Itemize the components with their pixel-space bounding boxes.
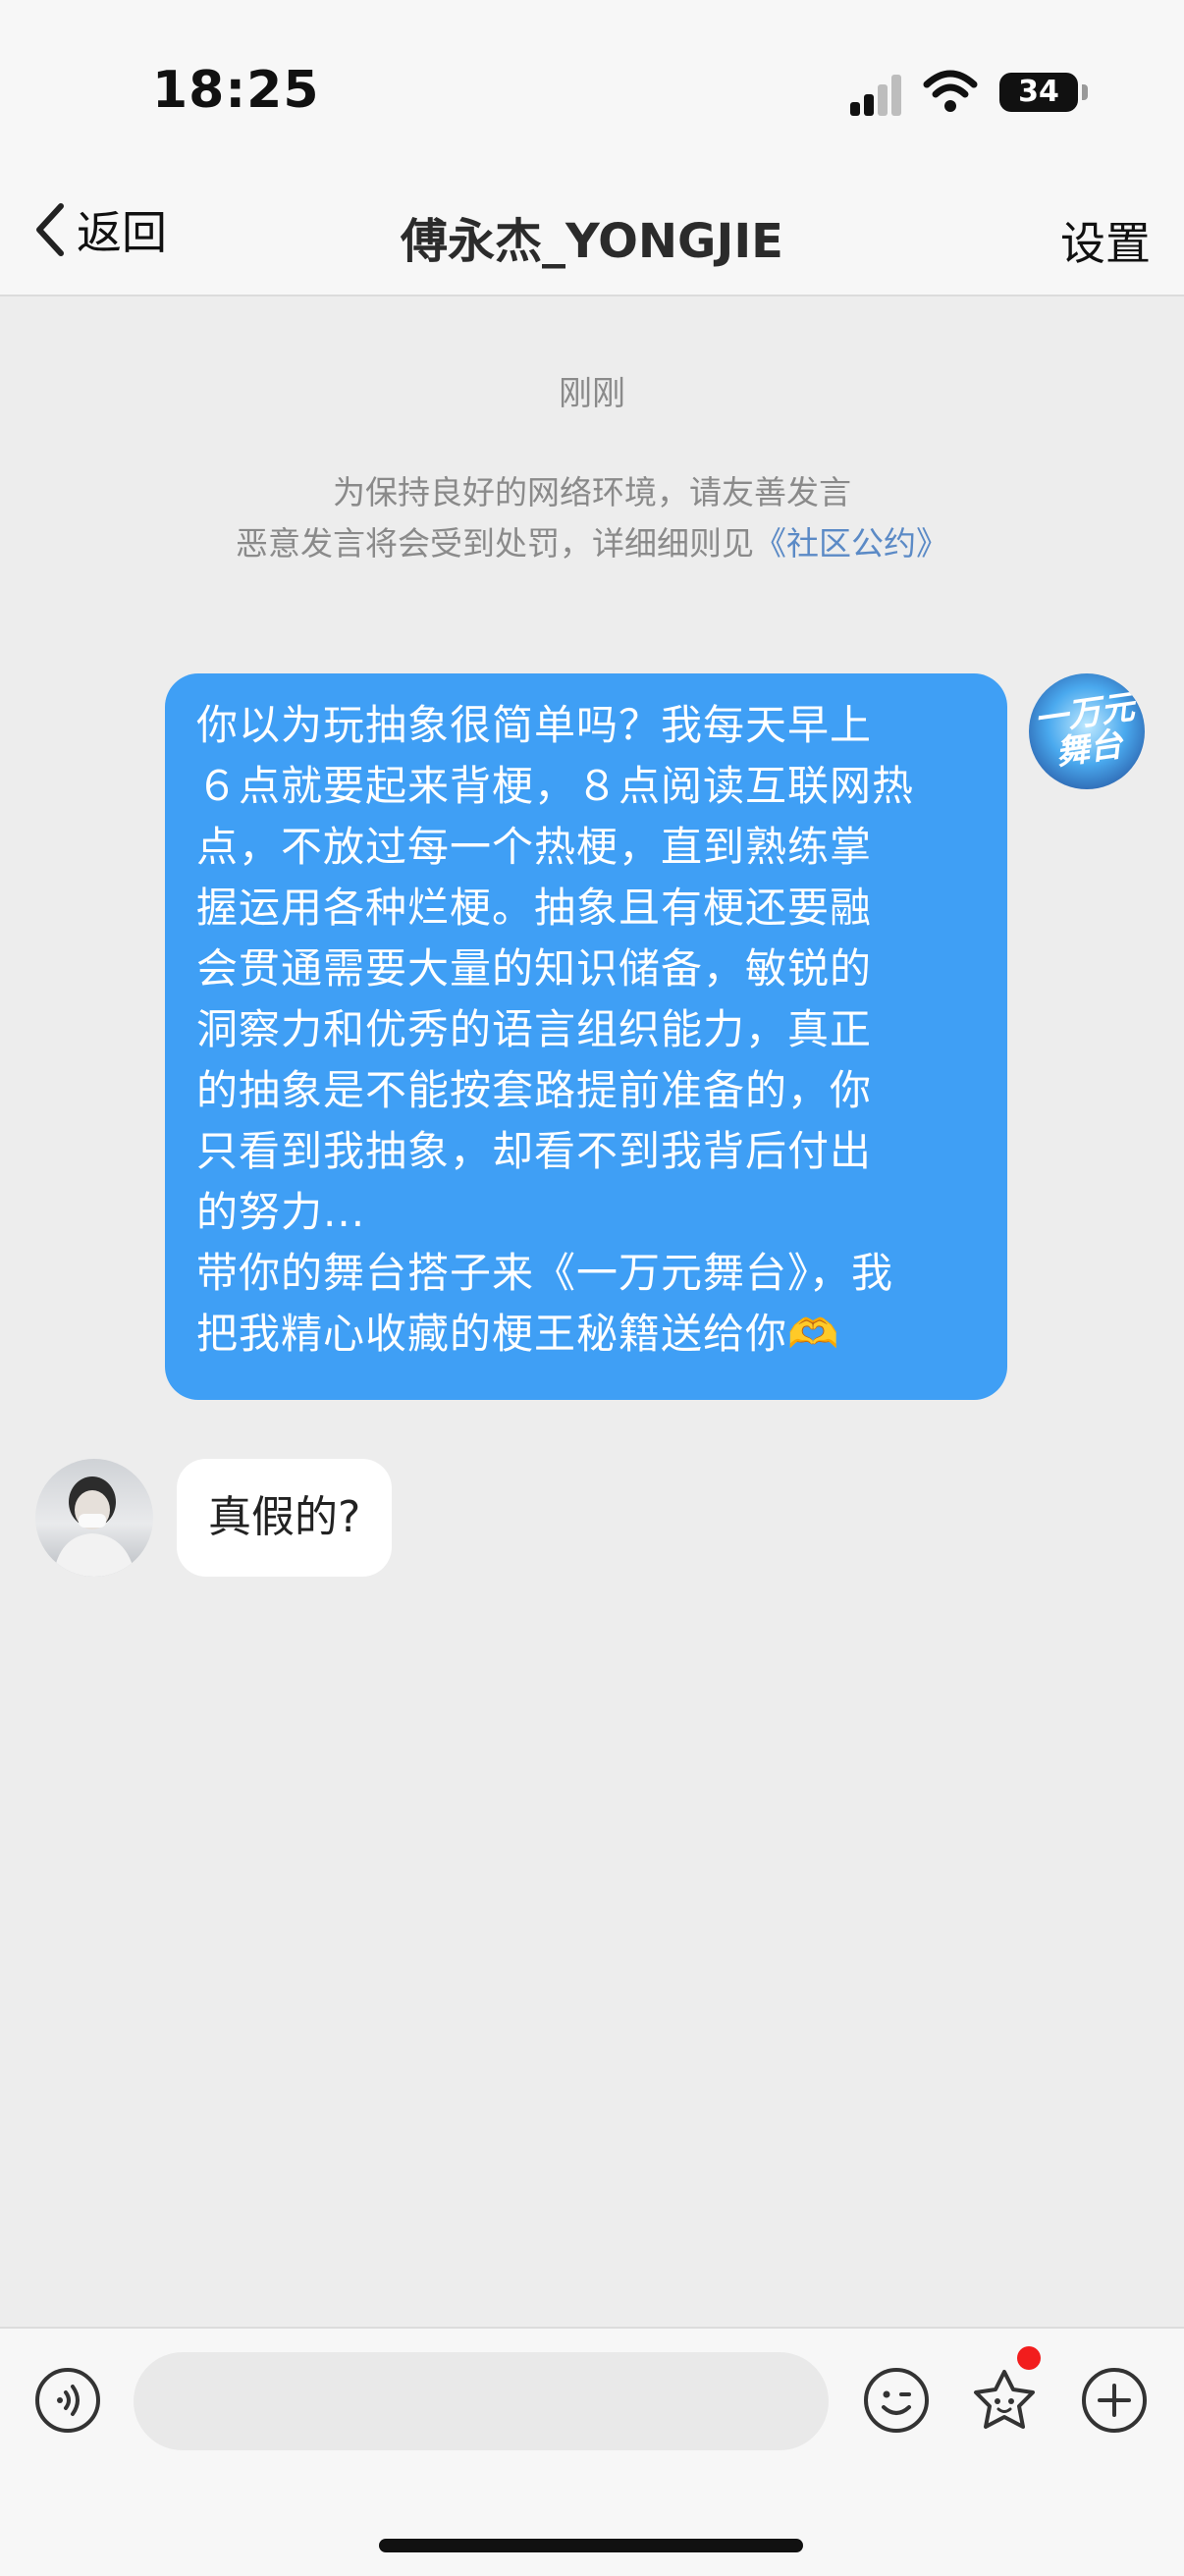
status-time: 18:25 xyxy=(152,61,320,120)
battery-icon: 34 xyxy=(999,73,1078,112)
cellular-signal-icon xyxy=(850,71,905,116)
message-timestamp: 刚刚 xyxy=(559,374,625,413)
message-input[interactable] xyxy=(134,2352,829,2450)
sticker-icon[interactable] xyxy=(970,2366,1039,2435)
community-notice: 为保持良好的网络环境，请友善发言 恶意发言将会受到处罚，详细细则见《社区公约》 xyxy=(0,467,1184,569)
outgoing-message-bubble[interactable]: 你以为玩抽象很简单吗？我每天早上 ６点就要起来背梗，８点阅读互联网热 点，不放过… xyxy=(165,673,1007,1400)
sender-avatar[interactable]: 一万元舞台 xyxy=(1029,673,1145,789)
notice-line-1: 为保持良好的网络环境，请友善发言 xyxy=(333,473,851,511)
sender-avatar-logo: 一万元舞台 xyxy=(1032,687,1137,774)
notice-line-2-text: 恶意发言将会受到处罚，详细细则见 xyxy=(236,524,754,563)
top-bar: 18:25 34 返回 傅永杰_YONGJIE 设置 xyxy=(0,0,1184,296)
plus-icon[interactable] xyxy=(1080,2366,1149,2435)
emoji-icon[interactable] xyxy=(862,2366,931,2435)
contact-avatar[interactable] xyxy=(35,1459,153,1577)
incoming-message-bubble[interactable]: 真假的? xyxy=(177,1459,393,1577)
settings-button[interactable]: 设置 xyxy=(1060,208,1151,273)
battery-nub xyxy=(1082,84,1088,100)
person-photo-icon xyxy=(53,1476,135,1577)
page-title: 傅永杰_YONGJIE xyxy=(401,214,783,269)
wifi-icon xyxy=(923,70,978,112)
notification-badge xyxy=(1017,2346,1041,2370)
notice-line-2: 恶意发言将会受到处罚，详细细则见《社区公约》 xyxy=(0,518,1184,569)
home-indicator[interactable] xyxy=(379,2539,803,2552)
voice-icon[interactable] xyxy=(33,2366,102,2435)
community-rules-link[interactable]: 《社区公约》 xyxy=(754,524,948,563)
